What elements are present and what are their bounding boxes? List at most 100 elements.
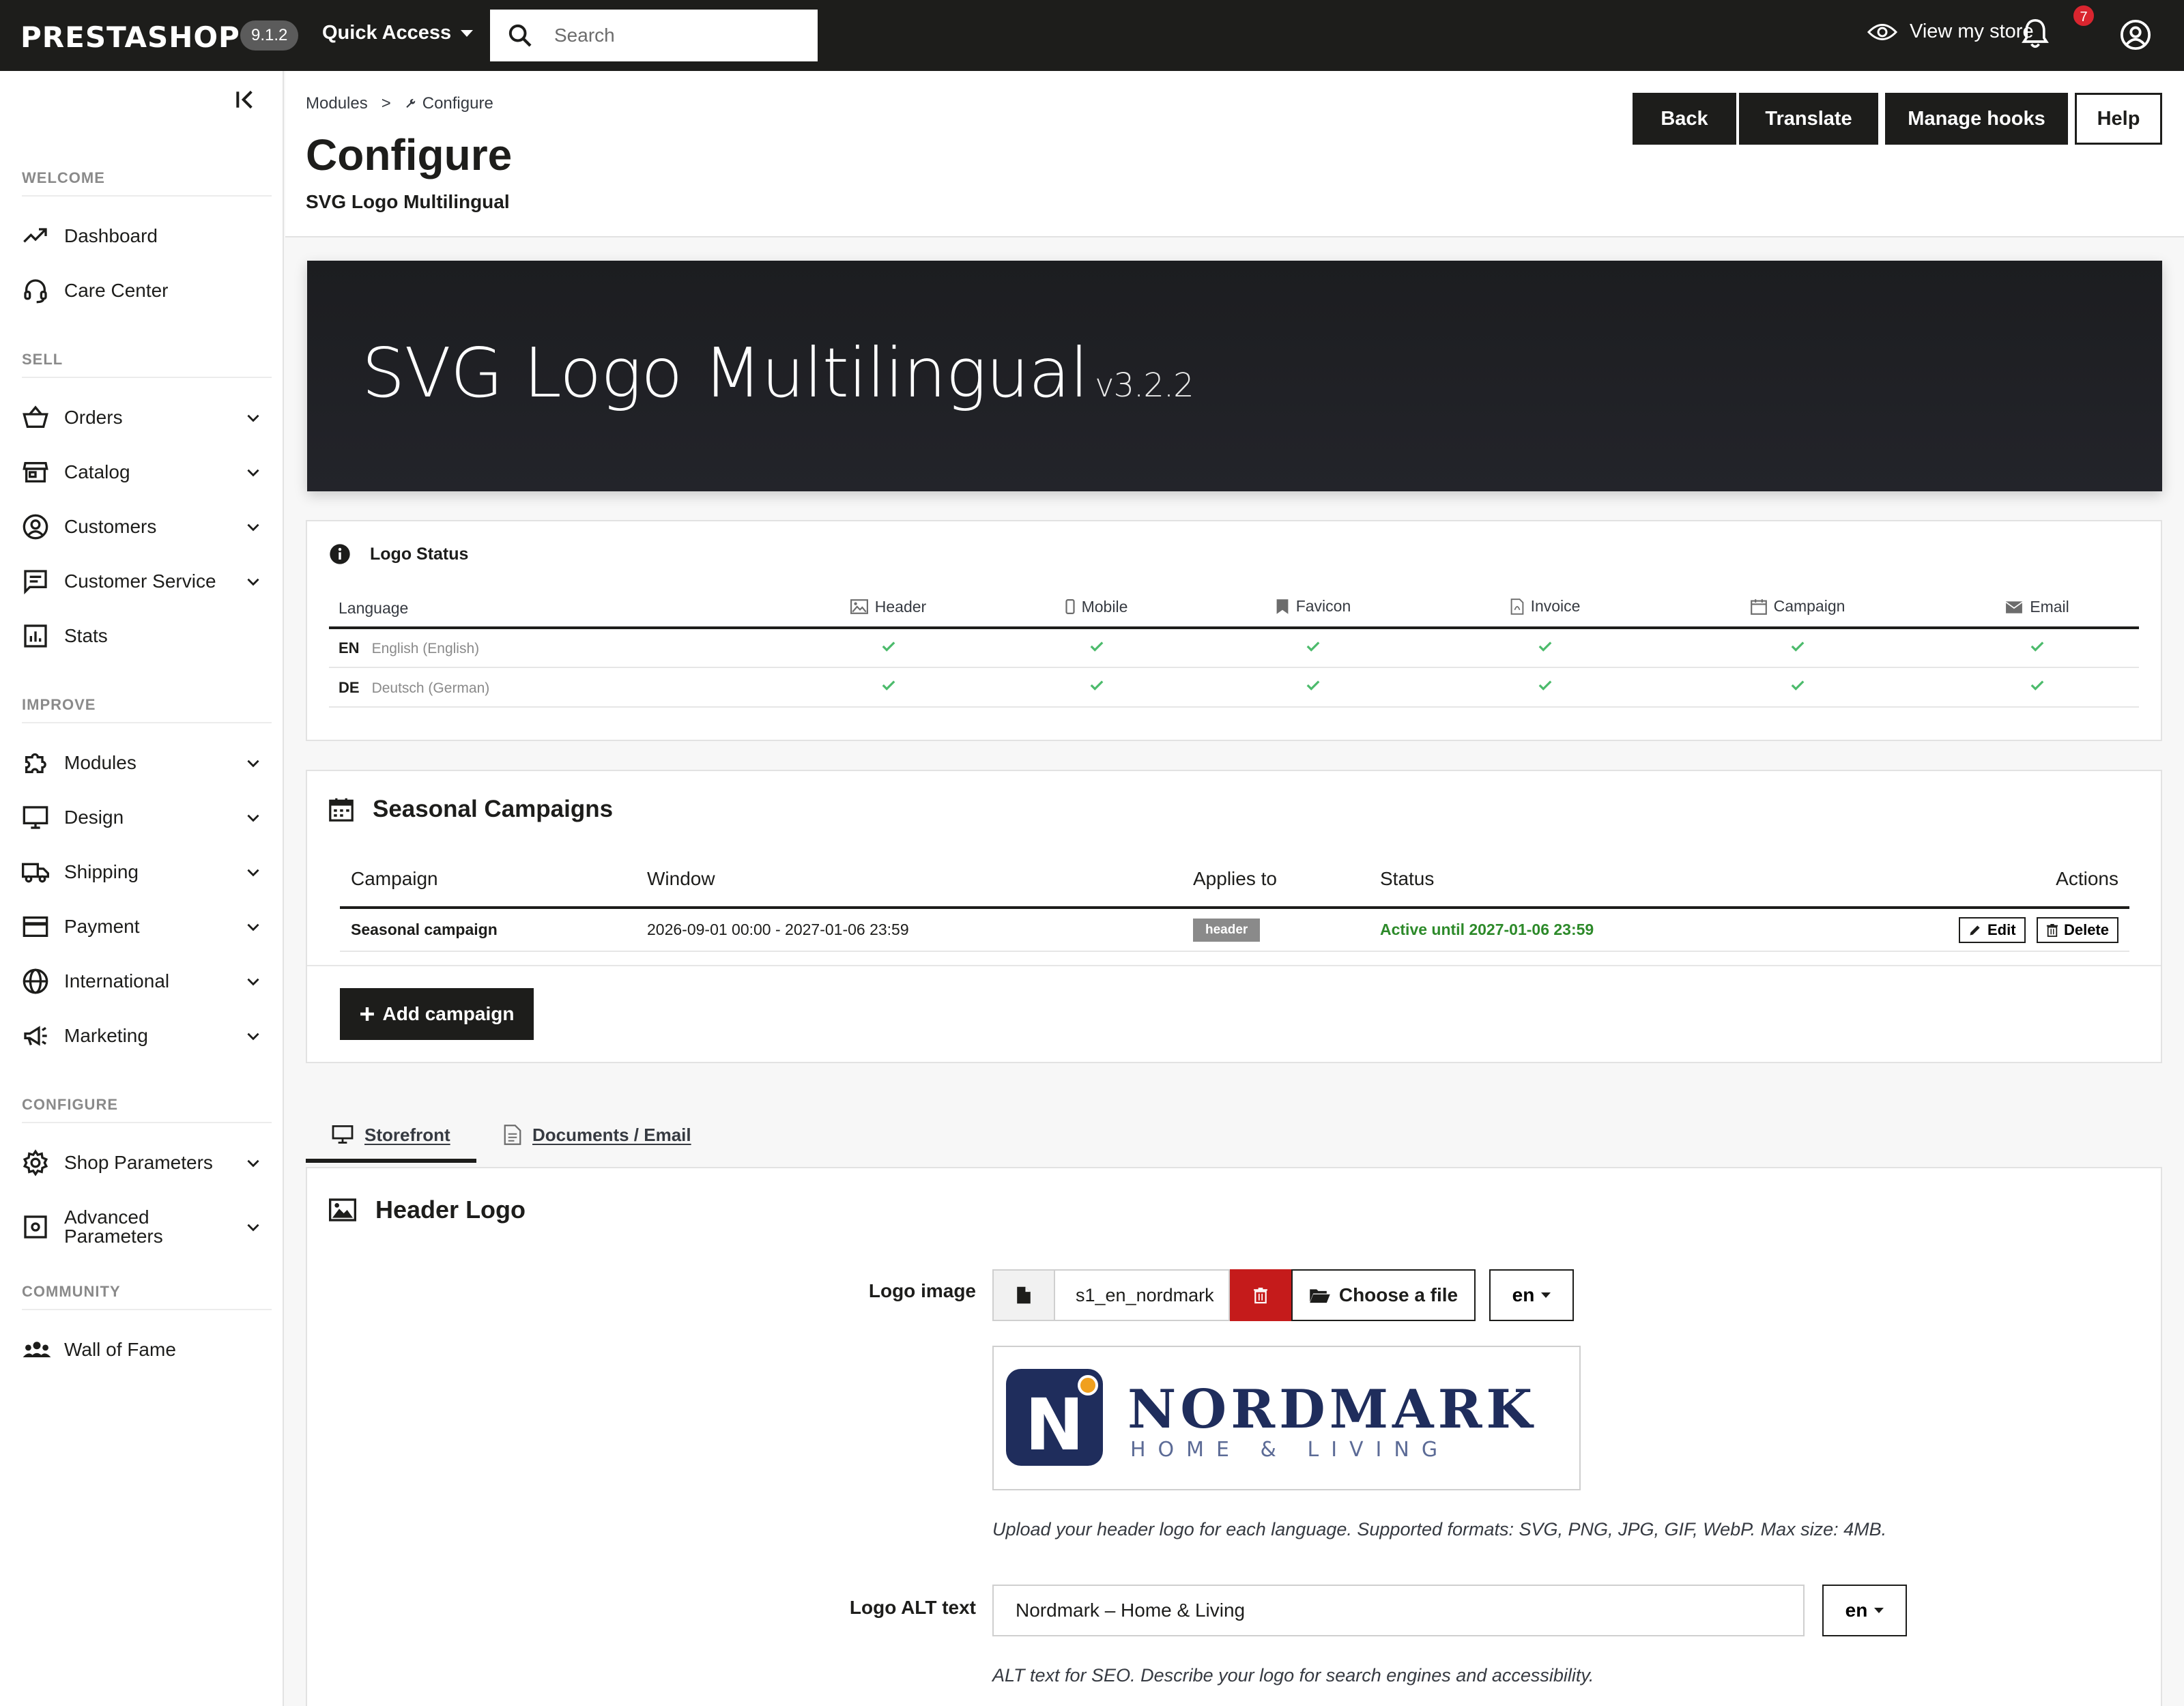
back-button[interactable]: Back — [1633, 93, 1736, 145]
table-row: Seasonal campaign 2026-09-01 00:00 - 202… — [340, 908, 2129, 952]
alt-language-dropdown[interactable]: en — [1822, 1585, 1907, 1636]
collapse-sidebar-icon[interactable] — [232, 86, 259, 113]
user-account-icon[interactable] — [2120, 19, 2151, 50]
manage-hooks-button[interactable]: Manage hooks — [1885, 93, 2068, 145]
active-tab-indicator — [306, 1159, 476, 1163]
col-email-label: Email — [2030, 598, 2069, 616]
sidebar-item-marketing[interactable]: Marketing — [22, 1015, 262, 1056]
add-campaign-button[interactable]: Add campaign — [340, 988, 534, 1040]
breadcrumb-current-label: Configure — [422, 94, 493, 113]
logo-language-dropdown[interactable]: en — [1489, 1269, 1574, 1321]
sidebar-item-international[interactable]: International — [22, 961, 262, 1002]
pdf-file-icon — [1510, 598, 1523, 615]
chevron-down-icon — [247, 978, 259, 986]
chevron-down-icon — [247, 469, 259, 477]
check-icon — [1306, 680, 1320, 691]
sidebar-item-catalog[interactable]: Catalog — [22, 452, 262, 493]
status-cell — [1196, 628, 1421, 668]
delete-file-button[interactable] — [1230, 1269, 1291, 1321]
chat-icon — [22, 566, 52, 596]
sidebar-item-modules[interactable]: Modules — [22, 742, 262, 783]
sidebar-item-payment[interactable]: Payment — [22, 906, 262, 947]
pencil-icon — [1970, 925, 1980, 935]
file-name-field[interactable]: s1_en_nordmark — [1055, 1269, 1230, 1321]
tab-storefront[interactable]: Storefront — [332, 1105, 450, 1164]
edit-campaign-button[interactable]: Edit — [1959, 916, 2026, 943]
table-header-row: Language Header Mobile Favicon Invoice C… — [329, 590, 2139, 629]
check-icon — [2030, 680, 2044, 691]
sidebar-item-label: Payment — [64, 916, 140, 937]
table-row: DE Deutsch (German) — [329, 667, 2139, 708]
prestashop-logo[interactable]: PRESTASHOP — [20, 20, 240, 54]
campaigns-table: Campaign Window Applies to Status Action… — [340, 852, 2129, 952]
divider — [22, 722, 272, 723]
check-icon — [1090, 641, 1103, 652]
eye-icon — [1867, 23, 1897, 40]
panel-heading: Logo Status — [329, 543, 468, 565]
chevron-down-icon — [247, 760, 259, 768]
sidebar-item-label: Shipping — [64, 861, 139, 882]
alt-text-input[interactable] — [992, 1585, 1805, 1636]
label-line: Parameters — [64, 1226, 163, 1247]
status-cell — [988, 667, 1196, 708]
sidebar-item-wall-of-fame[interactable]: Wall of Fame — [22, 1329, 262, 1370]
tab-documents-email-label: Documents / Email — [532, 1124, 691, 1145]
view-my-store-label: View my store — [1910, 20, 2034, 42]
sidebar-item-advanced-parameters[interactable]: Advanced Parameters — [22, 1201, 262, 1253]
status-cell — [1421, 667, 1660, 708]
campaign-name: Seasonal campaign — [340, 908, 636, 952]
sidebar-item-dashboard[interactable]: Dashboard — [22, 216, 262, 257]
col-status: Status — [1369, 852, 1847, 909]
sidebar-item-stats[interactable]: Stats — [22, 616, 262, 656]
logo-brand-text: NORDMARK — [1127, 1378, 1536, 1441]
sidebar-item-care-center[interactable]: Care Center — [22, 270, 262, 311]
chevron-down-icon — [247, 578, 259, 586]
megaphone-icon — [22, 1021, 52, 1051]
module-hero-banner: SVG Logo Multilingual v3.2.2 — [307, 261, 2162, 491]
help-button[interactable]: Help — [2075, 93, 2162, 145]
sidebar-item-label: Shop Parameters — [64, 1152, 213, 1173]
check-icon — [882, 680, 895, 691]
file-upload-group: s1_en_nordmark Choose a file — [992, 1269, 1476, 1321]
tab-documents-email[interactable]: Documents / Email — [504, 1105, 691, 1164]
language-cell: DE Deutsch (German) — [329, 667, 779, 708]
sidebar-item-design[interactable]: Design — [22, 797, 262, 838]
truck-icon — [22, 857, 52, 887]
bookmark-icon — [1276, 598, 1289, 614]
breadcrumb-current: Configure — [405, 94, 493, 113]
gear-icon — [22, 1148, 52, 1178]
chevron-down-icon — [247, 923, 259, 931]
page-header: Modules > Configure Configure SVG Logo M… — [285, 71, 2184, 237]
sidebar-item-customers[interactable]: Customers — [22, 506, 262, 547]
translate-button[interactable]: Translate — [1739, 93, 1878, 145]
sidebar-item-shop-parameters[interactable]: Shop Parameters — [22, 1142, 262, 1183]
nordmark-logo-image: N NORDMARK HOME & LIVING — [1006, 1369, 1536, 1466]
chevron-down-icon — [247, 1032, 259, 1041]
check-icon — [2030, 641, 2044, 652]
logo-tagline-text: HOME & LIVING — [1130, 1438, 1450, 1462]
col-campaign-label: Campaign — [1773, 597, 1845, 616]
sidebar-item-customer-service[interactable]: Customer Service — [22, 561, 262, 602]
search-input[interactable] — [554, 25, 786, 46]
view-my-store-link[interactable]: View my store — [1867, 20, 2034, 43]
sidebar-item-label: Modules — [64, 752, 136, 773]
sidebar-item-label: International — [64, 970, 170, 992]
bell-icon[interactable] — [2020, 18, 2050, 50]
folder-open-icon — [1310, 1289, 1330, 1303]
sidebar-item-shipping[interactable]: Shipping — [22, 852, 262, 893]
check-icon — [1791, 641, 1805, 652]
sidebar-item-orders[interactable]: Orders — [22, 397, 262, 438]
quick-access-dropdown[interactable]: Quick Access — [322, 22, 474, 44]
choose-file-button[interactable]: Choose a file — [1291, 1269, 1476, 1321]
logo-preview: N NORDMARK HOME & LIVING — [992, 1346, 1581, 1490]
breadcrumb: Modules > Configure — [306, 94, 493, 113]
check-icon — [1538, 641, 1552, 652]
col-invoice: Invoice — [1421, 590, 1660, 629]
mobile-icon — [1065, 599, 1075, 615]
document-icon — [504, 1125, 521, 1145]
divider — [307, 965, 2161, 966]
delete-campaign-button[interactable]: Delete — [2036, 916, 2118, 943]
search-icon[interactable] — [506, 22, 534, 49]
breadcrumb-modules-link[interactable]: Modules — [306, 94, 368, 113]
status-cell — [1196, 667, 1421, 708]
